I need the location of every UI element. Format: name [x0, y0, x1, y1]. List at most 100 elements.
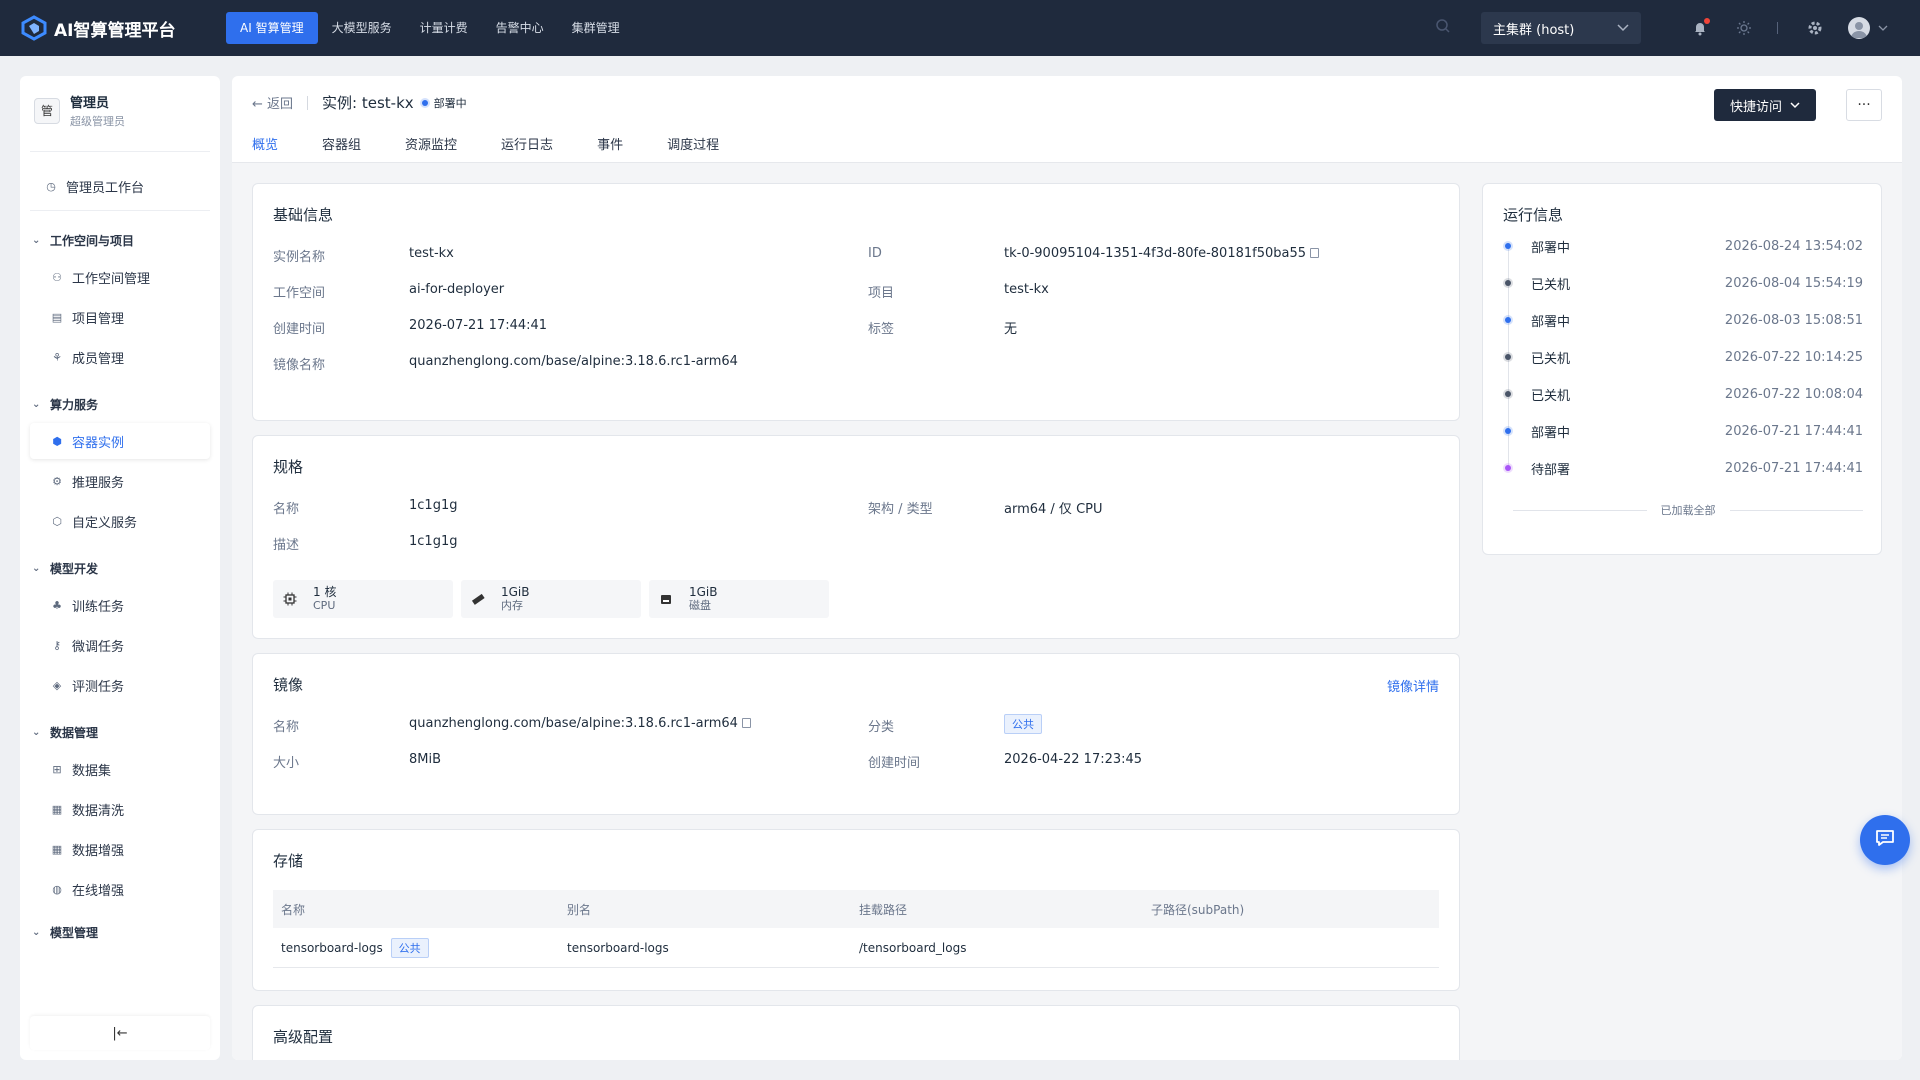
top-nav: AI 智算管理 大模型服务 计量计费 告警中心 集群管理	[226, 12, 634, 44]
bell-icon[interactable]	[1689, 17, 1711, 39]
quick-access-button[interactable]: 快捷访问	[1714, 89, 1816, 121]
topnav-billing[interactable]: 计量计费	[406, 12, 482, 44]
chip-value: 1 核	[313, 585, 337, 599]
field-label: 创建时间	[868, 756, 921, 771]
tab-bar: 概览 容器组 资源监控 运行日志 事件 调度过程	[252, 134, 763, 172]
sidebar-item-workbench[interactable]: ◷ 管理员工作台	[30, 168, 210, 204]
sidebar-group-data[interactable]: ⌄ 数据管理	[30, 717, 210, 747]
user-menu[interactable]	[1848, 17, 1888, 39]
card-title: 基础信息	[273, 206, 334, 224]
hexagon-icon: ⬡	[52, 514, 62, 528]
sidebar-item-workspace-mgmt[interactable]: ⚇ 工作空间管理	[30, 259, 210, 295]
notification-dot	[1704, 18, 1710, 24]
run-info-card: 运行信息 部署中 2026-08-24 13:54:02 已关机 2026-08…	[1482, 183, 1882, 555]
sidebar-item-project-mgmt[interactable]: ▤ 项目管理	[30, 299, 210, 335]
timeline-status: 部署中	[1531, 314, 1571, 330]
tab-scheduling[interactable]: 调度过程	[667, 134, 719, 162]
topnav-alerts[interactable]: 告警中心	[482, 12, 558, 44]
chevron-down-icon: ⌄	[32, 926, 41, 938]
kv-id: ID tk-0-90095104-1351-4f3d-80fe-80181f50…	[868, 246, 1320, 261]
chat-icon	[1874, 827, 1896, 853]
chevron-down-icon: ⌄	[32, 234, 41, 246]
card-title: 存储	[273, 852, 304, 870]
gear-icon[interactable]	[1804, 17, 1826, 39]
storage-table: 名称 别名 挂载路径 子路径(subPath) tensorboard-logs…	[273, 890, 1439, 968]
image-detail-link[interactable]: 镜像详情	[1387, 676, 1439, 695]
sidebar-item-custom-service[interactable]: ⬡ 自定义服务	[30, 503, 210, 539]
timeline-dot	[1505, 354, 1511, 360]
tab-pods[interactable]: 容器组	[322, 134, 361, 162]
tab-events[interactable]: 事件	[597, 134, 623, 162]
spec-card: 规格 名称 1c1g1g 架构 / 类型 arm64 / 仅 CPU 描述 1c…	[252, 435, 1460, 639]
sidebar-item-member-mgmt[interactable]: ⚘ 成员管理	[30, 339, 210, 375]
app-title: AI智算管理平台	[54, 20, 176, 41]
more-button[interactable]: ···	[1846, 89, 1882, 121]
table-cell: /tensorboard_logs	[859, 940, 967, 955]
app-logo[interactable]: AI智算管理平台	[20, 14, 206, 42]
topnav-llm-service[interactable]: 大模型服务	[318, 12, 406, 44]
category-tag: 公共	[1004, 714, 1042, 734]
column-header: 子路径(subPath)	[1151, 902, 1245, 917]
field-label: 分类	[868, 720, 895, 735]
sidebar-group-label: 算力服务	[50, 397, 99, 412]
column-header: 别名	[567, 902, 592, 917]
sidebar-item-training[interactable]: ♣ 训练任务	[30, 587, 210, 623]
sidebar-divider	[30, 210, 210, 211]
list-icon: ▤	[51, 310, 63, 324]
topnav-ai-compute[interactable]: AI 智算管理	[226, 12, 318, 44]
sidebar-group-model-dev[interactable]: ⌄ 模型开发	[30, 553, 210, 583]
search-icon[interactable]	[1435, 18, 1455, 38]
page-title: 实例: test-kx	[322, 94, 414, 112]
sidebar-item-online-augment[interactable]: ◍ 在线增强	[30, 871, 210, 907]
field-value: 1c1g1g	[409, 534, 458, 549]
sidebar-item-dataset[interactable]: ⊞ 数据集	[30, 751, 210, 787]
copy-icon[interactable]	[1310, 248, 1320, 258]
kv-spec-name: 名称 1c1g1g	[273, 498, 457, 517]
sidebar-item-inference[interactable]: ⚙ 推理服务	[30, 463, 210, 499]
field-value: 2026-07-21 17:44:41	[409, 318, 548, 333]
tab-monitoring[interactable]: 资源监控	[405, 134, 457, 162]
user-badge: 管	[34, 97, 60, 124]
sun-icon[interactable]	[1733, 17, 1755, 39]
sidebar-item-data-augment[interactable]: ▦ 数据增强	[30, 831, 210, 867]
field-value: 2026-04-22 17:23:45	[1004, 752, 1143, 767]
chip-value: 1GiB	[689, 585, 718, 599]
memory-icon	[471, 592, 485, 606]
chat-button[interactable]	[1860, 815, 1910, 865]
field-label: 架构 / 类型	[868, 502, 933, 517]
cluster-select[interactable]: 主集群 (host)	[1481, 12, 1641, 44]
dashboard-icon: ◷	[46, 179, 56, 193]
sidebar-collapse-button[interactable]: |←	[30, 1016, 210, 1050]
sidebar-item-label: 容器实例	[72, 435, 125, 451]
inference-icon: ⚙	[52, 474, 62, 488]
spec-chip-disk: 1GiB 磁盘	[649, 580, 829, 618]
table-cell: tensorboard-logs	[567, 940, 669, 955]
sidebar-group-model-mgmt[interactable]: ⌄ 模型管理	[30, 917, 210, 947]
top-divider	[1777, 22, 1778, 34]
chip-label: 磁盘	[689, 599, 711, 612]
back-link[interactable]: ← 返回	[252, 93, 293, 112]
disk-icon	[659, 592, 673, 606]
sidebar-group-label: 数据管理	[50, 725, 99, 740]
timeline-time: 2026-07-22 10:08:04	[1724, 386, 1863, 402]
table-icon: ▦	[51, 802, 63, 816]
tab-logs[interactable]: 运行日志	[501, 134, 553, 162]
id-value: tk-0-90095104-1351-4f3d-80fe-80181f50ba5…	[1004, 246, 1307, 261]
card-title: 规格	[273, 458, 304, 476]
sidebar-item-evaluation[interactable]: ◈ 评测任务	[30, 667, 210, 703]
sidebar-item-container-instance[interactable]: ⬢ 容器实例	[30, 423, 210, 459]
topnav-cluster[interactable]: 集群管理	[558, 12, 634, 44]
users-icon: ⚇	[52, 270, 62, 284]
sidebar-item-finetune[interactable]: ⚷ 微调任务	[30, 627, 210, 663]
copy-icon[interactable]	[741, 718, 751, 728]
sidebar-item-data-cleaning[interactable]: ▦ 数据清洗	[30, 791, 210, 827]
sidebar-item-label: 评测任务	[72, 679, 125, 695]
sidebar-group-workspace[interactable]: ⌄ 工作空间与项目	[30, 225, 210, 255]
logo-icon	[20, 14, 48, 42]
field-label: 镜像名称	[273, 358, 326, 373]
sidebar-group-compute[interactable]: ⌄ 算力服务	[30, 389, 210, 419]
basic-info-card: 基础信息 实例名称 test-kx ID tk-0-90095104-1351-…	[252, 183, 1460, 421]
chip-label: 内存	[501, 599, 523, 612]
tab-overview[interactable]: 概览	[252, 134, 279, 172]
content-area: 基础信息 实例名称 test-kx ID tk-0-90095104-1351-…	[232, 162, 1902, 1060]
